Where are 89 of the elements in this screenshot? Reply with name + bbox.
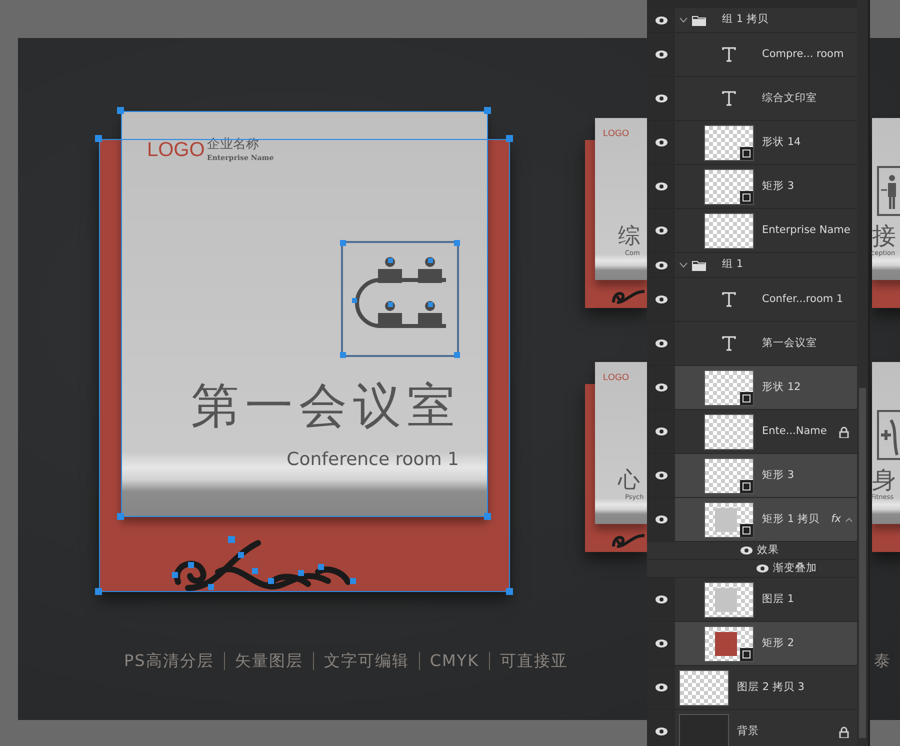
visibility-eye-icon[interactable] — [654, 138, 668, 147]
logo-text: LOGO — [603, 129, 630, 138]
visibility-eye-icon[interactable] — [654, 727, 668, 736]
layer-name: 形状 12 — [762, 380, 801, 395]
visibility-eye-icon[interactable] — [654, 295, 668, 304]
layer-name: 矩形 3 — [762, 468, 794, 483]
feature-text: 矢量图层 — [234, 653, 303, 669]
visibility-eye-icon[interactable] — [654, 226, 668, 235]
feature-text: PS高清分层 — [124, 653, 214, 669]
visibility-eye-icon[interactable] — [740, 546, 753, 555]
visibility-eye-icon[interactable] — [654, 94, 668, 103]
layer-row[interactable]: 形状 14 — [647, 121, 857, 165]
layer-name: 背景 — [737, 724, 759, 739]
layer-name: 组 1 拷贝 — [722, 12, 768, 28]
visibility-eye-icon[interactable] — [654, 182, 668, 191]
cloud-ornament-drawing — [612, 534, 646, 548]
layer-row[interactable]: 矩形 2 — [647, 622, 857, 666]
visibility-eye-icon[interactable] — [654, 50, 668, 59]
layer-row[interactable]: 形状 12 — [647, 366, 857, 410]
layer-name: 矩形 3 — [762, 178, 794, 194]
feature-text: 泰 — [874, 653, 891, 669]
collapse-caret-icon[interactable] — [845, 517, 853, 522]
layer-name: 第一会议室 — [762, 336, 817, 351]
layer-row[interactable]: 图层 2 拷贝 3 — [647, 666, 857, 710]
folder-icon — [692, 14, 706, 26]
fitness-figure-icon — [877, 410, 900, 460]
layer-name: 矩形 2 — [762, 636, 794, 651]
layer-row[interactable]: 矩形 1 拷贝 fx — [647, 498, 857, 542]
logo-text: LOGO — [147, 140, 205, 160]
layer-row[interactable]: Enterprise Name — [647, 209, 857, 253]
visibility-eye-icon[interactable] — [654, 383, 668, 392]
effect-name[interactable]: 渐变叠加 — [773, 560, 817, 576]
room-subtitle: Conference room 1 — [286, 451, 459, 469]
layer-row[interactable]: Compre... room — [647, 33, 857, 77]
layer-name: 图层 2 拷贝 3 — [737, 680, 804, 695]
visibility-eye-icon[interactable] — [756, 564, 769, 573]
visibility-eye-icon[interactable] — [654, 339, 668, 348]
layer-row[interactable]: 综合文印室 — [647, 77, 857, 121]
sign-title: 综 — [618, 226, 640, 248]
layer-row[interactable]: 第一会议室 — [647, 322, 857, 366]
layer-row[interactable]: 组 1 拷贝 — [647, 8, 857, 33]
layer-row[interactable]: 矩形 3 — [647, 165, 857, 209]
text-layer-icon — [722, 292, 736, 307]
layer-row[interactable]: Confer...room 1 — [647, 278, 857, 322]
chevron-icon[interactable] — [679, 262, 688, 268]
layer-row[interactable]: Ente...Name — [647, 410, 857, 454]
sign-title: 身 — [872, 468, 896, 492]
layer-thumbnail — [704, 212, 754, 248]
feature-text: 可直接亚 — [500, 653, 568, 669]
room-title: 第一会议室 — [191, 382, 461, 430]
visibility-eye-icon[interactable] — [654, 595, 668, 604]
chevron-icon[interactable] — [679, 17, 688, 23]
text-layer-icon — [722, 336, 736, 351]
scrollbar[interactable] — [857, 0, 868, 746]
layer-name: 矩形 1 拷贝 — [762, 512, 820, 527]
visibility-eye-icon[interactable] — [654, 471, 668, 480]
cloud-ornament-drawing — [612, 290, 646, 304]
layer-name: Ente...Name — [762, 424, 827, 439]
folder-icon — [692, 260, 706, 270]
layer-name: 图层 1 — [762, 592, 794, 607]
layer-row[interactable]: 背景 — [647, 710, 857, 746]
layer-name: Enterprise Name — [762, 222, 850, 238]
logo-text: LOGO — [603, 373, 630, 382]
layer-thumbnail — [704, 414, 754, 450]
visibility-eye-icon[interactable] — [654, 515, 668, 524]
sign-title: 心 — [618, 470, 640, 492]
effects-label: 效果 — [757, 542, 779, 558]
visibility-eye-icon[interactable] — [654, 683, 668, 692]
fx-text: fx — [831, 512, 841, 527]
layer-row[interactable]: 矩形 3 — [647, 454, 857, 498]
standing-person-icon — [877, 166, 900, 216]
layer-row[interactable]: 组 1 — [647, 253, 857, 278]
meeting-table-icon — [340, 240, 460, 358]
feature-text: CMYK — [430, 653, 480, 669]
layer-name: 组 1 — [722, 257, 744, 272]
sign-title: 接 — [872, 224, 896, 248]
visibility-eye-icon[interactable] — [654, 639, 668, 648]
visibility-eye-icon[interactable] — [654, 427, 668, 436]
text-layer-icon — [722, 91, 736, 106]
visibility-eye-icon[interactable] — [654, 260, 668, 270]
visibility-eye-icon[interactable] — [654, 16, 668, 24]
layer-name: Confer...room 1 — [762, 292, 844, 307]
layer-name: 形状 14 — [762, 134, 801, 150]
feature-text: 文字可编辑 — [324, 653, 409, 669]
layer-thumbnail — [679, 670, 729, 706]
layer-row[interactable]: 图层 1 — [647, 578, 857, 622]
text-layer-icon — [722, 47, 736, 62]
layer-name: Compre... room — [762, 46, 844, 62]
layer-name: 综合文印室 — [762, 90, 817, 106]
